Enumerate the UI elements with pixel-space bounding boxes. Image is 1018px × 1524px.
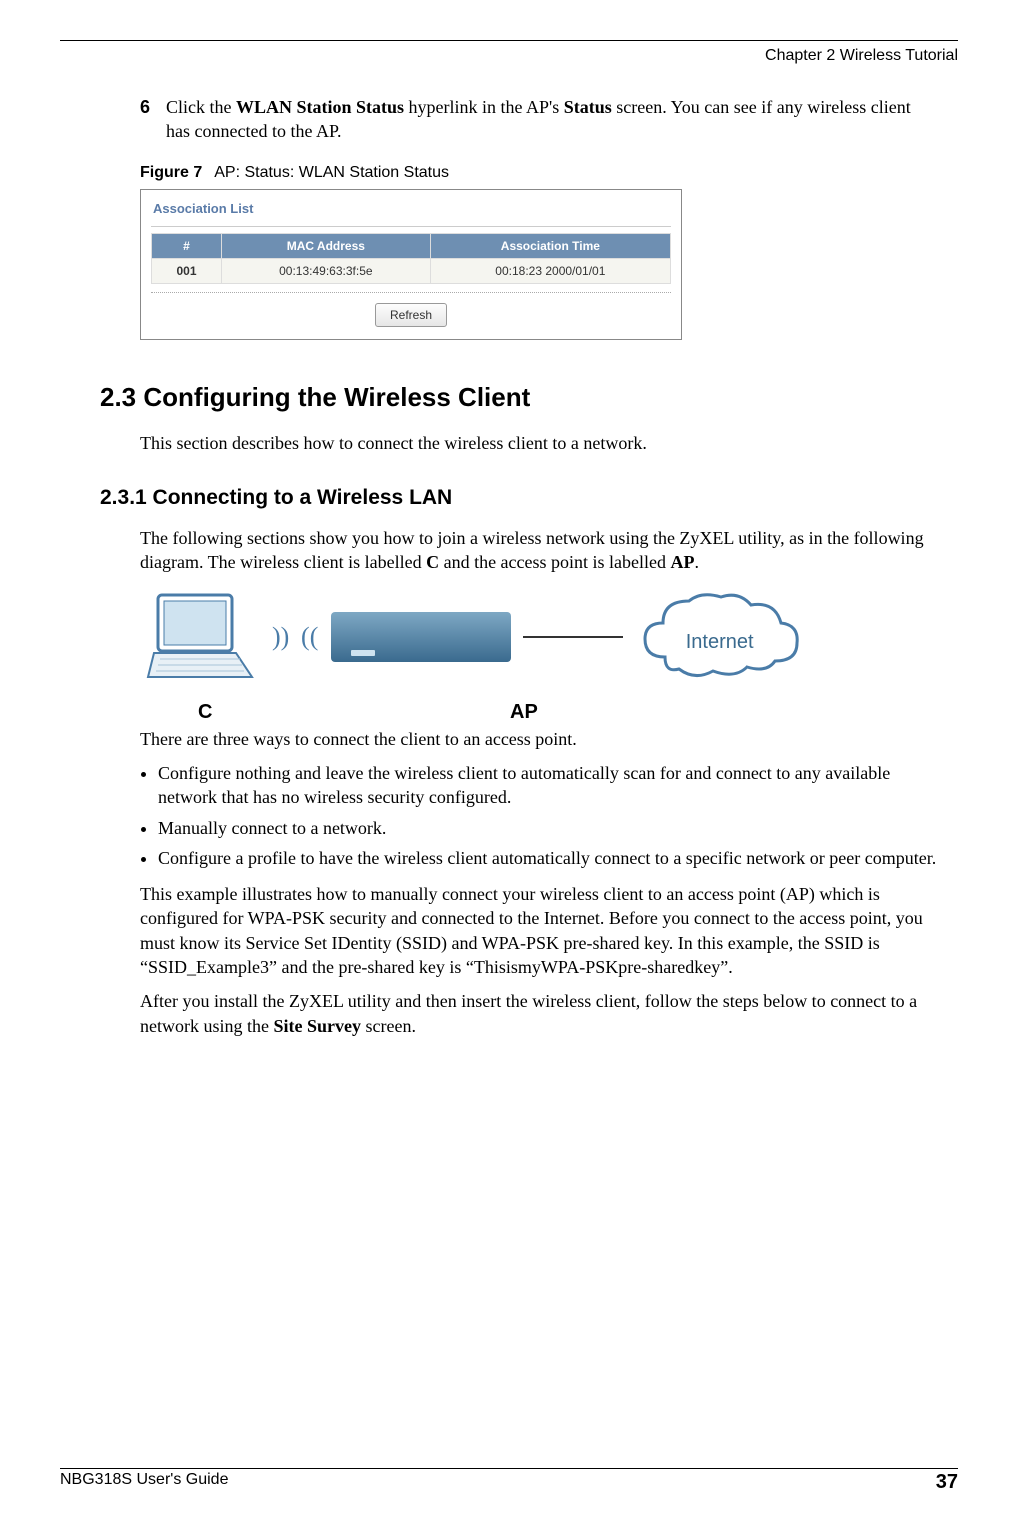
section-heading-2-3-1: 2.3.1 Connecting to a Wireless LAN: [100, 484, 938, 512]
text-fragment: .: [695, 552, 700, 572]
diagram-label-c: C: [198, 699, 212, 726]
wireless-signal-icon: )): [301, 619, 318, 654]
panel-title: Association List: [151, 196, 671, 227]
cable-line: [523, 636, 623, 638]
paragraph: This example illustrates how to manually…: [140, 882, 938, 979]
diagram-label-ap: AP: [510, 699, 538, 726]
association-table: # MAC Address Association Time 001 00:13…: [151, 233, 671, 284]
laptop-icon: [140, 587, 260, 687]
figure-number: Figure 7: [140, 164, 202, 181]
router-icon: [331, 612, 511, 662]
text-fragment: hyperlink in the AP's: [404, 97, 564, 117]
paragraph: The following sections show you how to j…: [140, 526, 938, 575]
text-fragment: screen.: [361, 1016, 416, 1036]
paragraph: After you install the ZyXEL utility and …: [140, 989, 938, 1038]
col-header-mac: MAC Address: [221, 233, 430, 258]
bullet-list: Configure nothing and leave the wireless…: [158, 761, 938, 870]
col-header-time: Association Time: [430, 233, 670, 258]
label-ap-inline: AP: [671, 552, 695, 572]
table-row: 001 00:13:49:63:3f:5e 00:18:23 2000/01/0…: [152, 258, 671, 283]
section-intro: This section describes how to connect th…: [140, 431, 938, 455]
internet-cloud-icon: Internet: [635, 587, 805, 687]
figure-caption: Figure 7 AP: Status: WLAN Station Status: [140, 162, 938, 184]
step-text: Click the WLAN Station Status hyperlink …: [166, 95, 938, 144]
refresh-button[interactable]: Refresh: [375, 303, 447, 327]
list-item: Manually connect to a network.: [158, 816, 938, 840]
cell-mac: 00:13:49:63:3f:5e: [221, 258, 430, 283]
label-c-inline: C: [426, 552, 439, 572]
page-number: 37: [936, 1471, 958, 1494]
network-diagram: )) )) Internet: [140, 587, 938, 687]
step-6: 6 Click the WLAN Station Status hyperlin…: [140, 95, 938, 144]
chapter-header: Chapter 2 Wireless Tutorial: [60, 47, 958, 65]
internet-label: Internet: [635, 629, 805, 656]
list-item: Configure nothing and leave the wireless…: [158, 761, 938, 810]
paragraph: There are three ways to connect the clie…: [140, 727, 938, 751]
text-fragment: After you install the ZyXEL utility and …: [140, 991, 917, 1035]
section-heading-2-3: 2.3 Configuring the Wireless Client: [100, 380, 938, 415]
figure-title: AP: Status: WLAN Station Status: [214, 164, 449, 181]
text-fragment: Click the: [166, 97, 236, 117]
status-label: Status: [564, 97, 612, 117]
wlan-status-link-label: WLAN Station Status: [236, 97, 404, 117]
cell-index: 001: [152, 258, 222, 283]
col-header-index: #: [152, 233, 222, 258]
step-number: 6: [140, 95, 166, 144]
site-survey-label: Site Survey: [273, 1016, 361, 1036]
wireless-signal-icon: )): [272, 619, 289, 654]
cell-time: 00:18:23 2000/01/01: [430, 258, 670, 283]
association-list-panel: Association List # MAC Address Associati…: [140, 189, 682, 340]
text-fragment: and the access point is labelled: [439, 552, 670, 572]
footer-guide-name: NBG318S User's Guide: [60, 1471, 228, 1494]
list-item: Configure a profile to have the wireless…: [158, 846, 938, 870]
table-header-row: # MAC Address Association Time: [152, 233, 671, 258]
